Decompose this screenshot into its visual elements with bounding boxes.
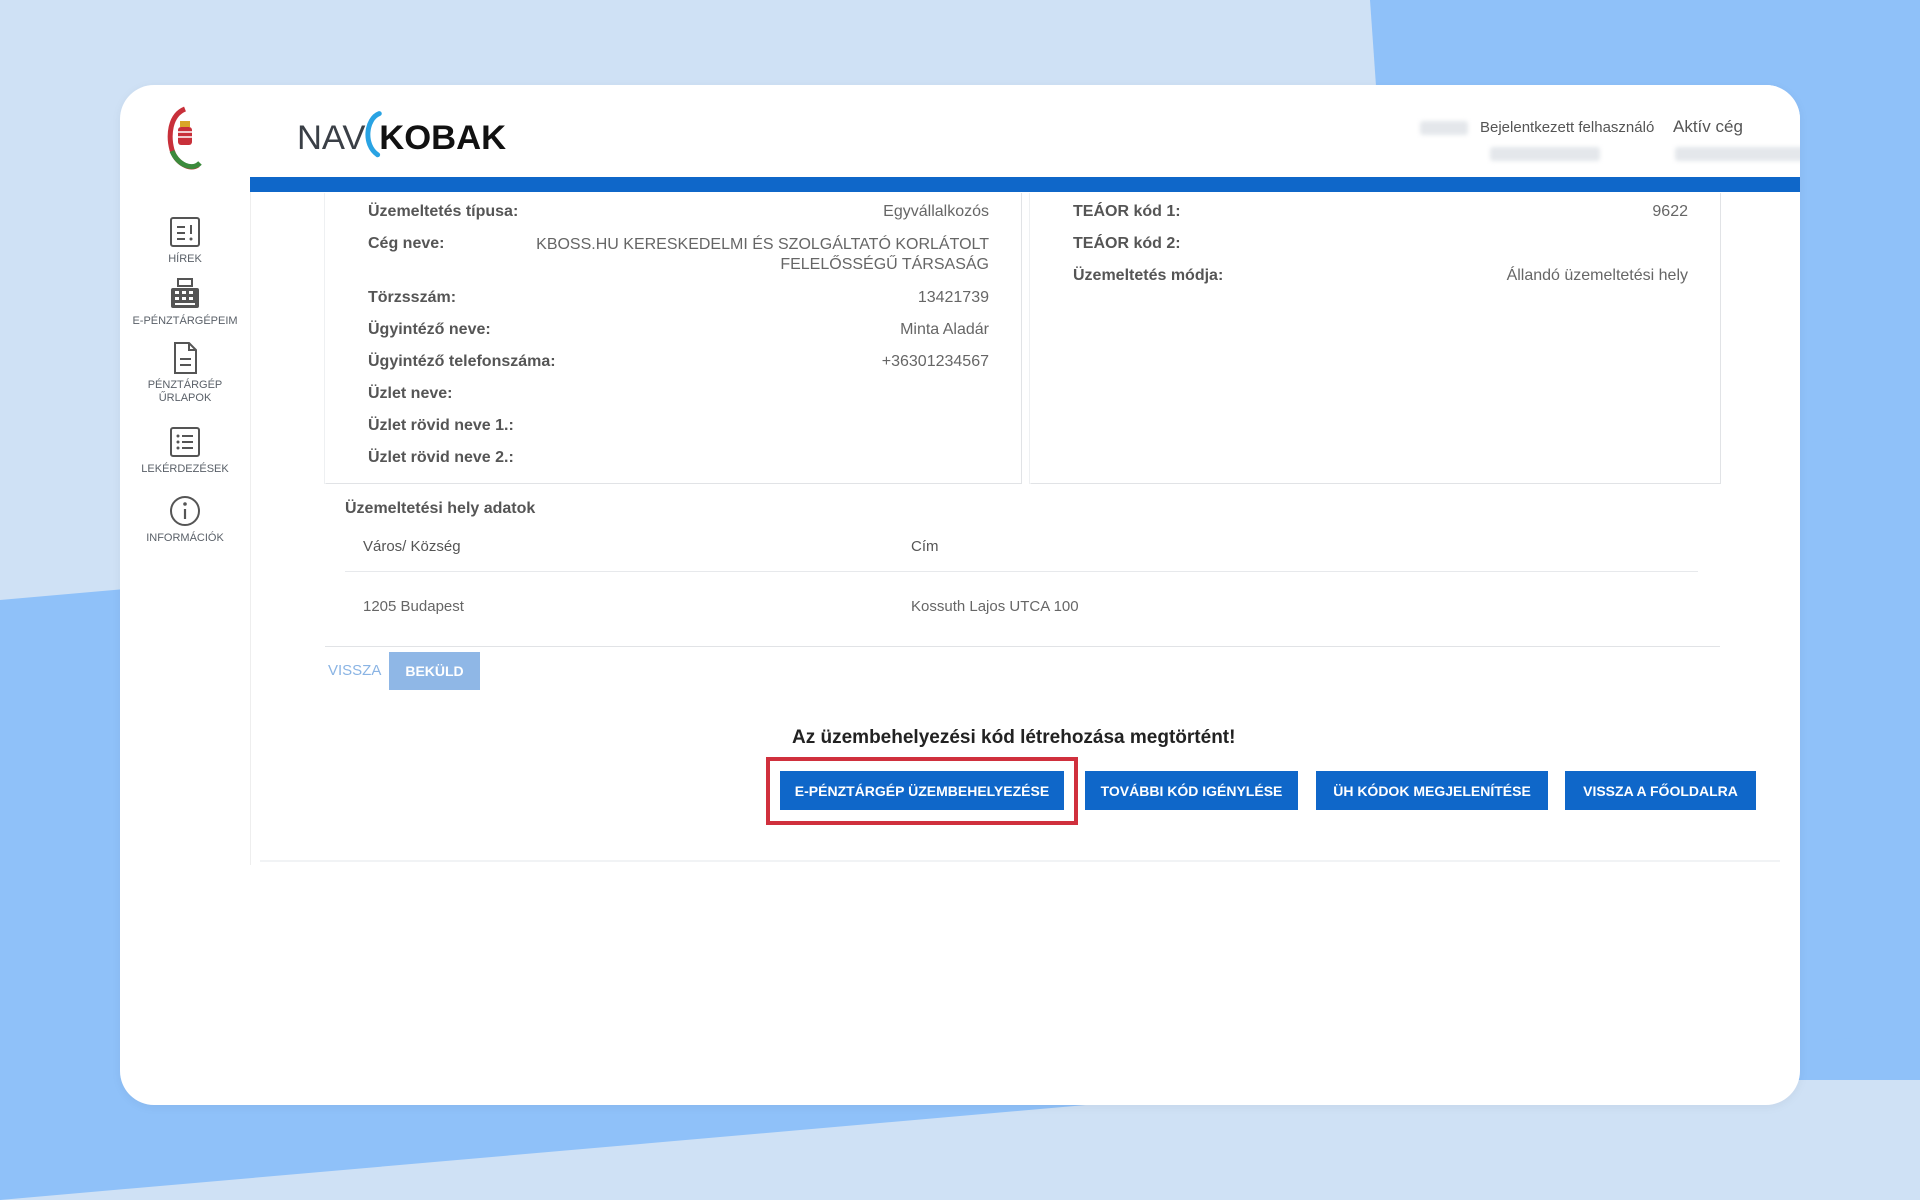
logged-in-user-label: Bejelentkezett felhasználó bbox=[1480, 119, 1655, 136]
sidebar-item-forms[interactable]: Pénztárgép űrlapok bbox=[120, 341, 250, 405]
content-divider bbox=[260, 860, 1780, 862]
redacted-user bbox=[1490, 147, 1600, 161]
sidebar-item-news[interactable]: Hírek bbox=[120, 215, 250, 266]
detail-label: Üzlet neve: bbox=[368, 385, 453, 402]
detail-label: Cég neve: bbox=[368, 235, 445, 252]
column-header-address: Cím bbox=[911, 538, 939, 555]
back-button[interactable]: VISSZA bbox=[328, 662, 381, 679]
sidebar-item-queries[interactable]: Lekérdezések bbox=[120, 425, 250, 476]
navkobak-logo: NAV KOBAK bbox=[297, 111, 506, 158]
sidebar-item-cash-registers[interactable]: E-pénztárgépeim bbox=[120, 277, 250, 328]
detail-value: Állandó üzemeltetési hely bbox=[1506, 267, 1688, 284]
active-company-label: Aktív cég bbox=[1673, 117, 1743, 136]
coat-of-arms-logo bbox=[167, 106, 202, 170]
column-header-city: Város/ Község bbox=[363, 538, 461, 555]
detail-value: +36301234567 bbox=[881, 353, 989, 370]
detail-value: KBOSS.HU KERESKEDELMI ÉS SZOLGÁLTATÓ KOR… bbox=[536, 236, 989, 273]
detail-label: Üzlet rövid neve 2.: bbox=[368, 449, 514, 466]
detail-value: Egyvállalkozós bbox=[883, 203, 989, 220]
success-message: Az üzembehelyezési kód létrehozása megtö… bbox=[792, 727, 1236, 748]
cash-register-icon bbox=[171, 278, 199, 308]
redacted-text bbox=[1420, 121, 1468, 135]
detail-label: Ügyintéző neve: bbox=[368, 321, 491, 338]
send-button[interactable]: BEKÜLD bbox=[389, 652, 480, 690]
sidebar-item-label: E-pénztárgépeim bbox=[132, 315, 238, 327]
brand-left-text: NAV bbox=[297, 119, 366, 157]
news-icon bbox=[170, 217, 200, 247]
detail-label: Üzemeltetés módja: bbox=[1073, 267, 1224, 284]
table-divider bbox=[345, 571, 1698, 572]
sidebar-item-info[interactable]: Információk bbox=[120, 494, 250, 545]
detail-label: Üzlet rövid neve 1.: bbox=[368, 417, 514, 434]
back-to-home-button[interactable]: Vissza a főoldalra bbox=[1565, 771, 1756, 810]
table-cell-address: Kossuth Lajos UTCA 100 bbox=[911, 598, 1079, 615]
sidebar: Hírek E-pénztárgépeim Pénztárgép űrlapok bbox=[120, 85, 251, 865]
detail-label: Törzsszám: bbox=[368, 289, 457, 306]
sidebar-item-label: Hírek bbox=[168, 253, 202, 265]
info-icon bbox=[170, 496, 200, 526]
redacted-company bbox=[1675, 147, 1800, 161]
brand-arc bbox=[365, 111, 382, 158]
detail-label: Üzemeltetés típusa: bbox=[368, 203, 519, 220]
detail-value: 9622 bbox=[1652, 203, 1688, 220]
detail-value: Minta Aladár bbox=[900, 321, 989, 338]
brand-right-text: KOBAK bbox=[379, 119, 506, 157]
sidebar-item-label: Lekérdezések bbox=[141, 463, 229, 475]
header-accent-bar bbox=[250, 177, 1800, 192]
detail-label: TEÁOR kód 2: bbox=[1073, 235, 1181, 252]
detail-value: 13421739 bbox=[917, 289, 989, 306]
document-icon bbox=[174, 342, 197, 374]
sidebar-item-label: Pénztárgép űrlapok bbox=[147, 379, 223, 404]
details-panel-left: Üzemeltetés típusa: Egyvállalkozós Cég n… bbox=[325, 192, 1021, 483]
detail-label: Ügyintéző telefonszáma: bbox=[368, 353, 556, 370]
section-title: Üzemeltetési hely adatok bbox=[345, 500, 536, 517]
header: NAV KOBAK Bejelentkezett felhasználó Akt… bbox=[250, 85, 1800, 177]
show-codes-button[interactable]: ÜH kódok megjelenítése bbox=[1316, 771, 1548, 810]
sidebar-item-label: Információk bbox=[146, 532, 224, 544]
table-cell-city: 1205 Budapest bbox=[363, 598, 464, 615]
detail-label: TEÁOR kód 1: bbox=[1073, 203, 1181, 220]
list-icon bbox=[170, 427, 200, 457]
request-more-code-button[interactable]: További kód igénylése bbox=[1085, 771, 1298, 810]
install-cash-register-button[interactable]: E-pénztárgép üzembehelyezése bbox=[780, 771, 1064, 810]
details-panel-right: TEÁOR kód 1: 9622 TEÁOR kód 2: Üzemeltet… bbox=[1030, 192, 1720, 483]
operating-site-panel: Üzemeltetési hely adatok Város/ Község C… bbox=[325, 490, 1720, 646]
app-window: Hírek E-pénztárgépeim Pénztárgép űrlapok bbox=[120, 85, 1800, 1105]
